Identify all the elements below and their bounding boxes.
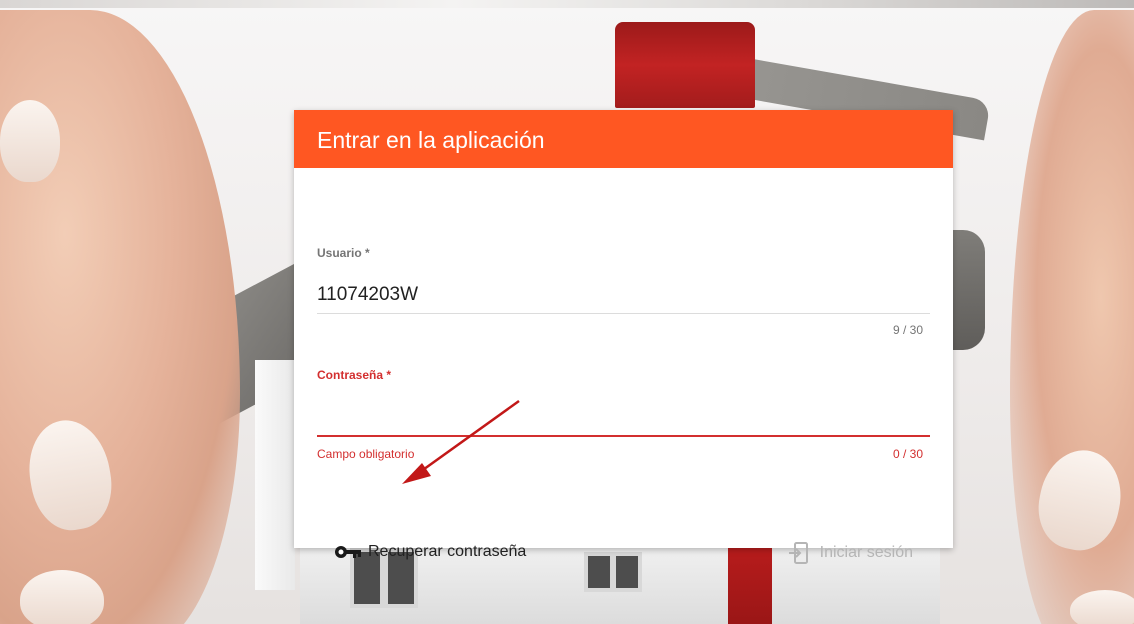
- password-error: Campo obligatorio: [317, 447, 415, 461]
- recover-password-button[interactable]: Recuperar contraseña: [334, 543, 526, 561]
- login-card: Entrar en la aplicación Usuario * 9 / 30…: [294, 110, 953, 564]
- password-input[interactable]: [317, 402, 934, 434]
- login-label: Iniciar sesión: [819, 544, 913, 561]
- recover-password-label: Recuperar contraseña: [368, 543, 527, 560]
- password-label: Contraseña *: [317, 368, 392, 382]
- login-title: Entrar en la aplicación: [294, 110, 953, 168]
- username-counter: 9 / 30: [892, 323, 923, 337]
- login-button[interactable]: Iniciar sesión: [788, 542, 913, 564]
- username-label: Usuario *: [317, 246, 370, 260]
- username-input[interactable]: [317, 284, 917, 306]
- password-counter: 0 / 30: [892, 447, 923, 461]
- password-underline: [317, 435, 930, 437]
- login-icon: [788, 542, 808, 564]
- username-underline: [317, 313, 930, 314]
- key-icon: [335, 546, 361, 558]
